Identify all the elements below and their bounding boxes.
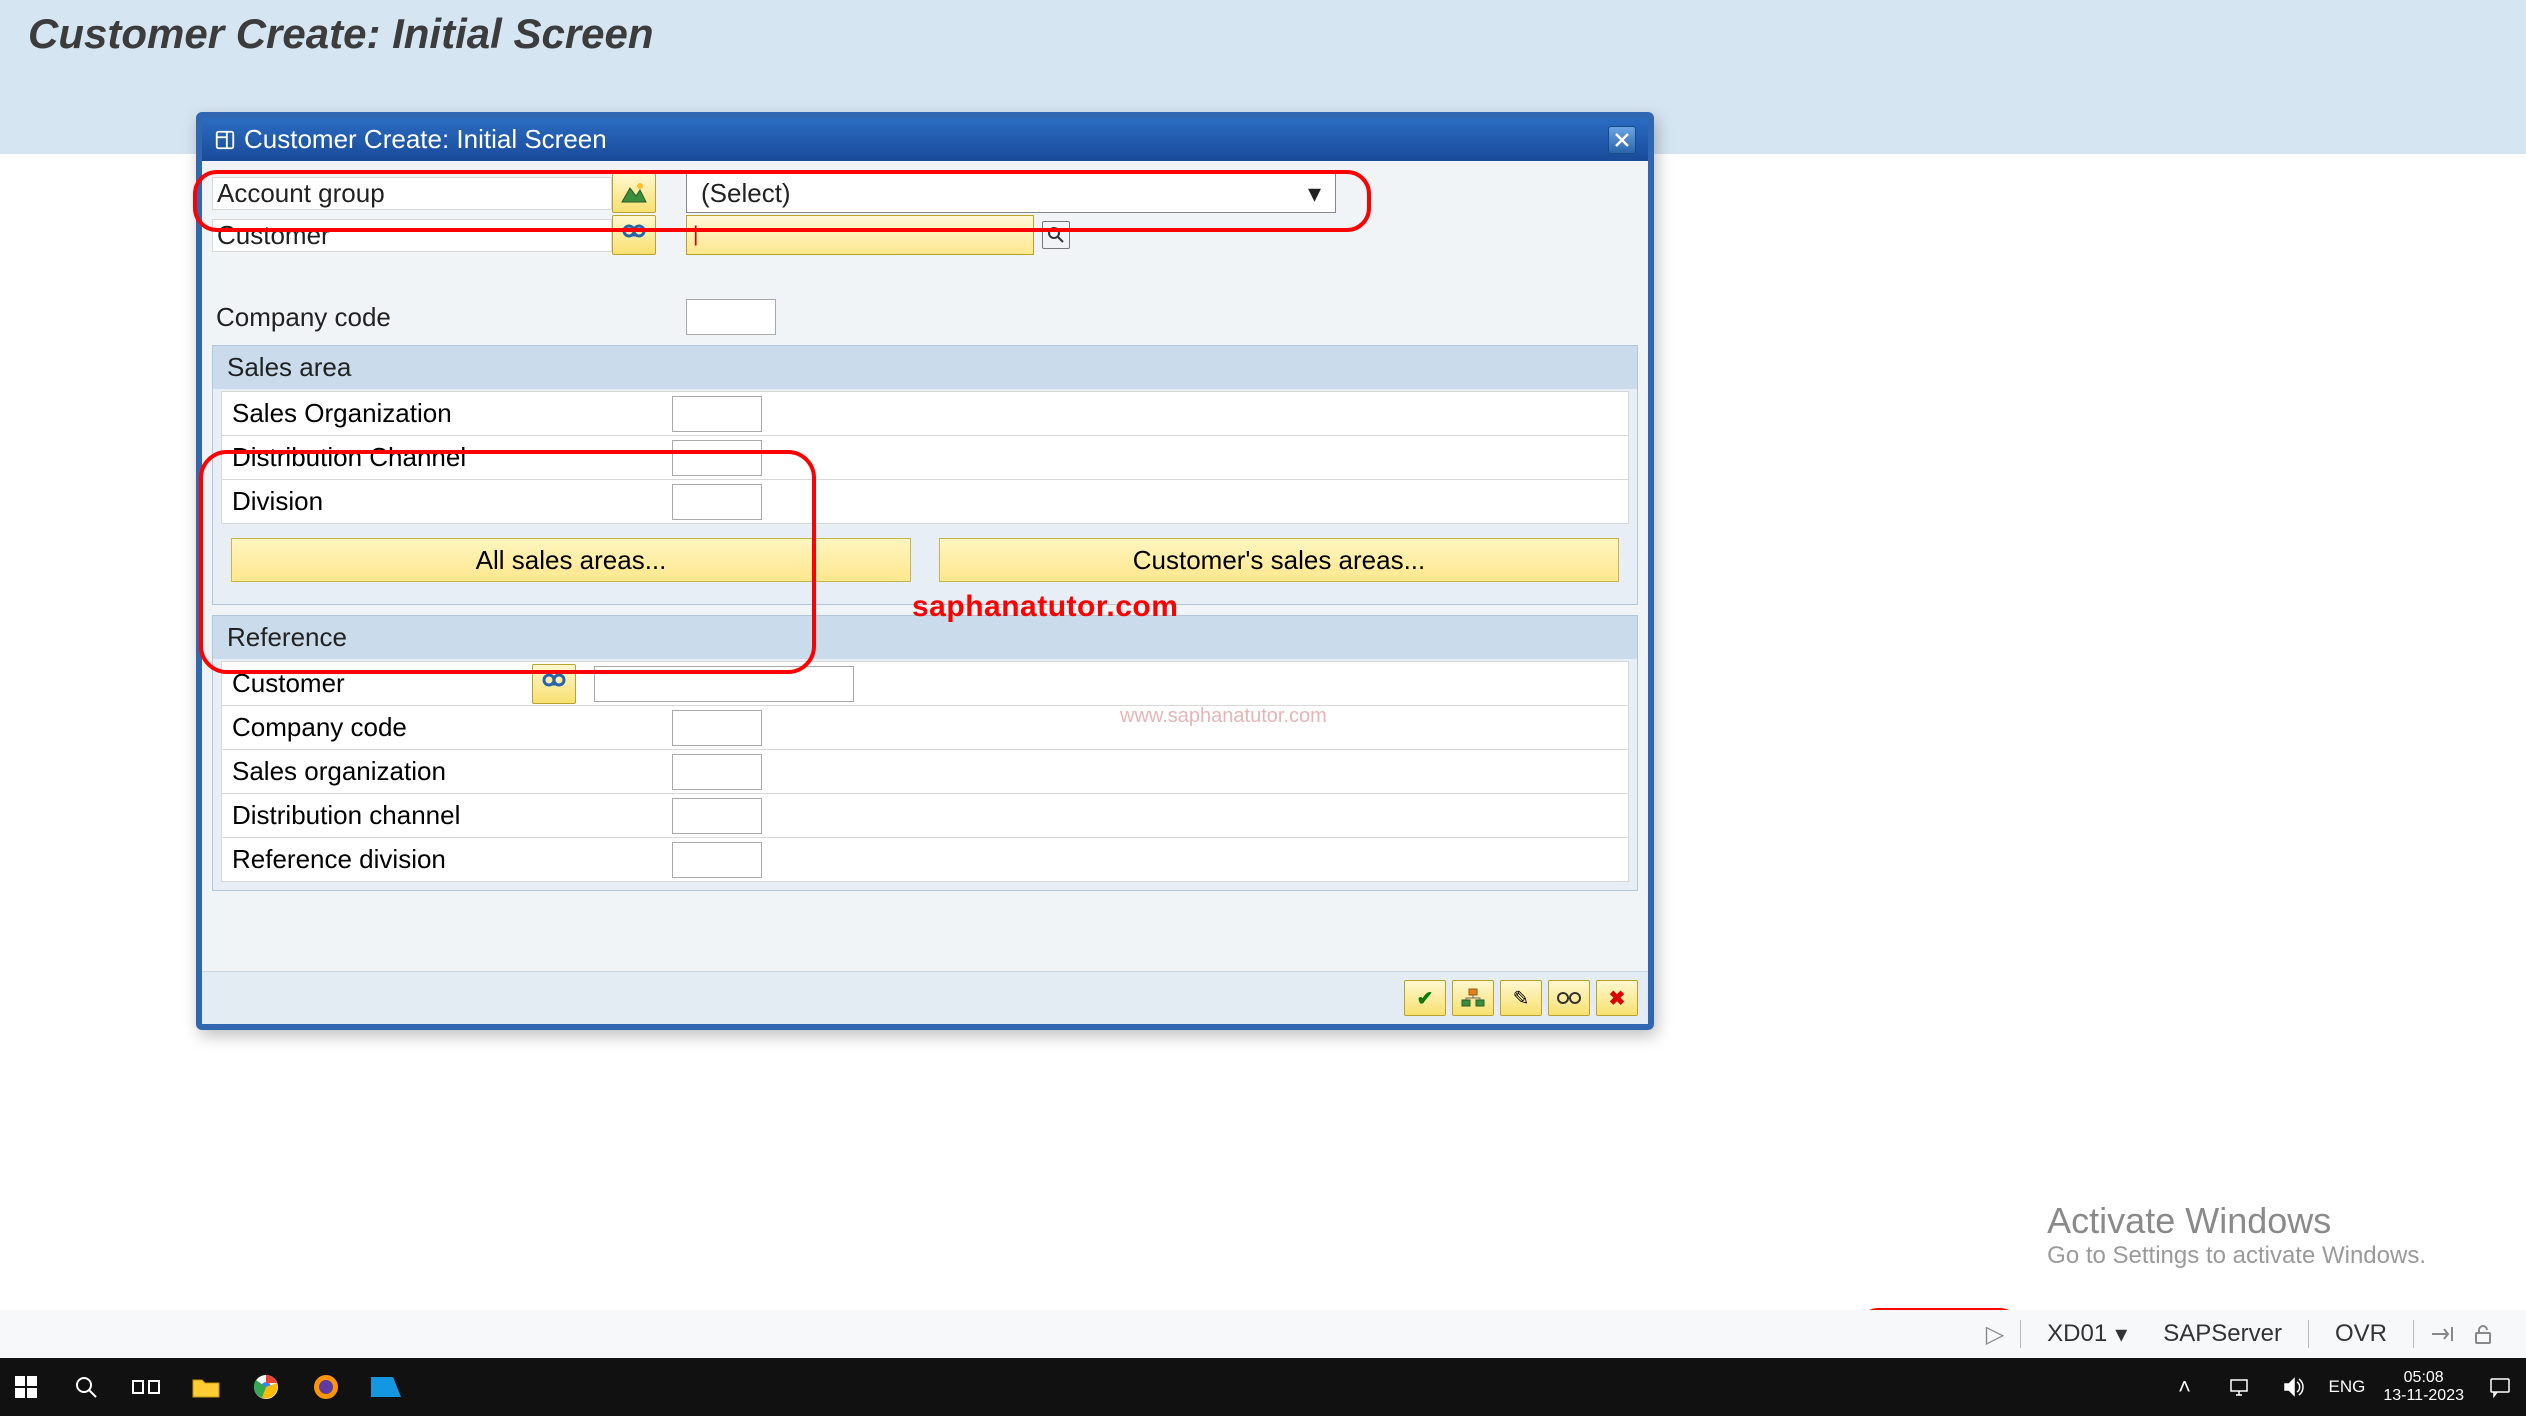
company-code-label: Company code [212,302,612,333]
sap-gui-icon[interactable] [368,1369,404,1405]
chrome-icon[interactable] [248,1369,284,1405]
status-play-icon: ▷ [1986,1320,2004,1349]
customer-label: Customer [212,219,612,252]
watermark-text: saphanatutor.com [912,590,1178,624]
dialog-body: Account group (Select) ▾ Customer | Comp… [202,161,1648,971]
sales-org-label: Sales Organization [222,392,672,435]
time-text: 05:08 [2404,1369,2444,1387]
dist-channel-label: Distribution Channel [222,436,672,479]
task-view-icon[interactable] [128,1369,164,1405]
dialog-title-text: Customer Create: Initial Screen [244,124,607,155]
activate-windows-overlay: Activate Windows Go to Settings to activ… [2047,1200,2426,1270]
cancel-button[interactable]: ✖ [1596,980,1638,1016]
notifications-icon[interactable] [2482,1369,2518,1405]
customer-input[interactable]: | [686,215,1034,255]
ok-button[interactable]: ✔ [1404,980,1446,1016]
ref-division-input[interactable] [672,842,762,878]
sales-org-input[interactable] [672,396,762,432]
account-group-select[interactable]: (Select) ▾ [686,173,1336,213]
account-group-icon-button[interactable] [612,173,656,213]
ref-customer-search-help-button[interactable] [532,664,576,704]
sap-status-bar: ▷ XD01 ▾ SAPServer OVR [0,1310,2526,1358]
account-group-label: Account group [212,177,612,210]
layout-icon[interactable] [2430,1323,2456,1345]
dialog-close-button[interactable] [1608,126,1636,154]
customer-sales-areas-label: Customer's sales areas... [1133,545,1426,576]
tcode-text: XD01 [2047,1320,2107,1348]
chevron-down-icon: ▾ [2115,1320,2127,1349]
division-label: Division [222,480,672,523]
tray-expand-icon[interactable]: ˄ [2167,1369,2203,1405]
ref-company-code-label: Company code [222,706,672,749]
page-header: Customer Create: Initial Screen [0,0,2526,90]
search-icon[interactable] [68,1369,104,1405]
ref-company-code-input[interactable] [672,710,762,746]
sales-area-group: Sales area Sales Organization Distributi… [212,345,1638,605]
display-button[interactable] [1548,980,1590,1016]
server-name: SAPServer [2153,1320,2292,1348]
pencil-icon: ✎ [1513,986,1530,1011]
ref-dist-channel-label: Distribution channel [222,794,672,837]
dialog-titlebar: Customer Create: Initial Screen [202,118,1648,161]
close-icon: ✖ [1609,986,1626,1011]
lock-icon[interactable] [2472,1323,2494,1345]
dialog-customer-create: Customer Create: Initial Screen Account … [196,112,1654,1030]
ref-sales-org-label: Sales organization [222,750,672,793]
volume-icon[interactable] [2275,1369,2311,1405]
company-code-input[interactable] [686,299,776,335]
reference-group: Reference Customer Company code Sales or… [212,615,1638,891]
date-text: 13-11-2023 [2383,1387,2464,1405]
chevron-down-icon: ▾ [1308,178,1321,209]
page-title: Customer Create: Initial Screen [28,10,2498,58]
clock[interactable]: 05:08 13-11-2023 [2383,1369,2464,1405]
dialog-icon [214,129,236,151]
ref-division-label: Reference division [222,838,672,881]
firefox-icon[interactable] [308,1369,344,1405]
start-button[interactable] [8,1369,44,1405]
account-group-select-value: (Select) [701,178,791,209]
customer-sales-areas-button[interactable]: Customer's sales areas... [939,538,1619,582]
ref-customer-label: Customer [222,662,532,705]
transaction-code[interactable]: XD01 ▾ [2037,1320,2137,1349]
org-structure-button[interactable] [1452,980,1494,1016]
activate-windows-sub: Go to Settings to activate Windows. [2047,1242,2426,1270]
division-input[interactable] [672,484,762,520]
activate-windows-title: Activate Windows [2047,1200,2426,1242]
dialog-action-bar: ✔ ✎ ✖ [202,971,1648,1024]
insert-mode: OVR [2325,1320,2397,1348]
network-icon[interactable] [2221,1369,2257,1405]
all-sales-areas-label: All sales areas... [476,545,667,576]
file-explorer-icon[interactable] [188,1369,224,1405]
windows-taskbar: ˄ ENG 05:08 13-11-2023 [0,1358,2526,1416]
sales-area-header: Sales area [213,346,1637,389]
ref-sales-org-input[interactable] [672,754,762,790]
customer-value-help-button[interactable] [1042,221,1070,249]
watermark-text-2: www.saphanatutor.com [1120,705,1327,728]
language-indicator[interactable]: ENG [2329,1369,2366,1405]
edit-button[interactable]: ✎ [1500,980,1542,1016]
customer-search-help-button[interactable] [612,215,656,255]
ref-customer-input[interactable] [594,666,854,702]
dist-channel-input[interactable] [672,440,762,476]
all-sales-areas-button[interactable]: All sales areas... [231,538,911,582]
ref-dist-channel-input[interactable] [672,798,762,834]
